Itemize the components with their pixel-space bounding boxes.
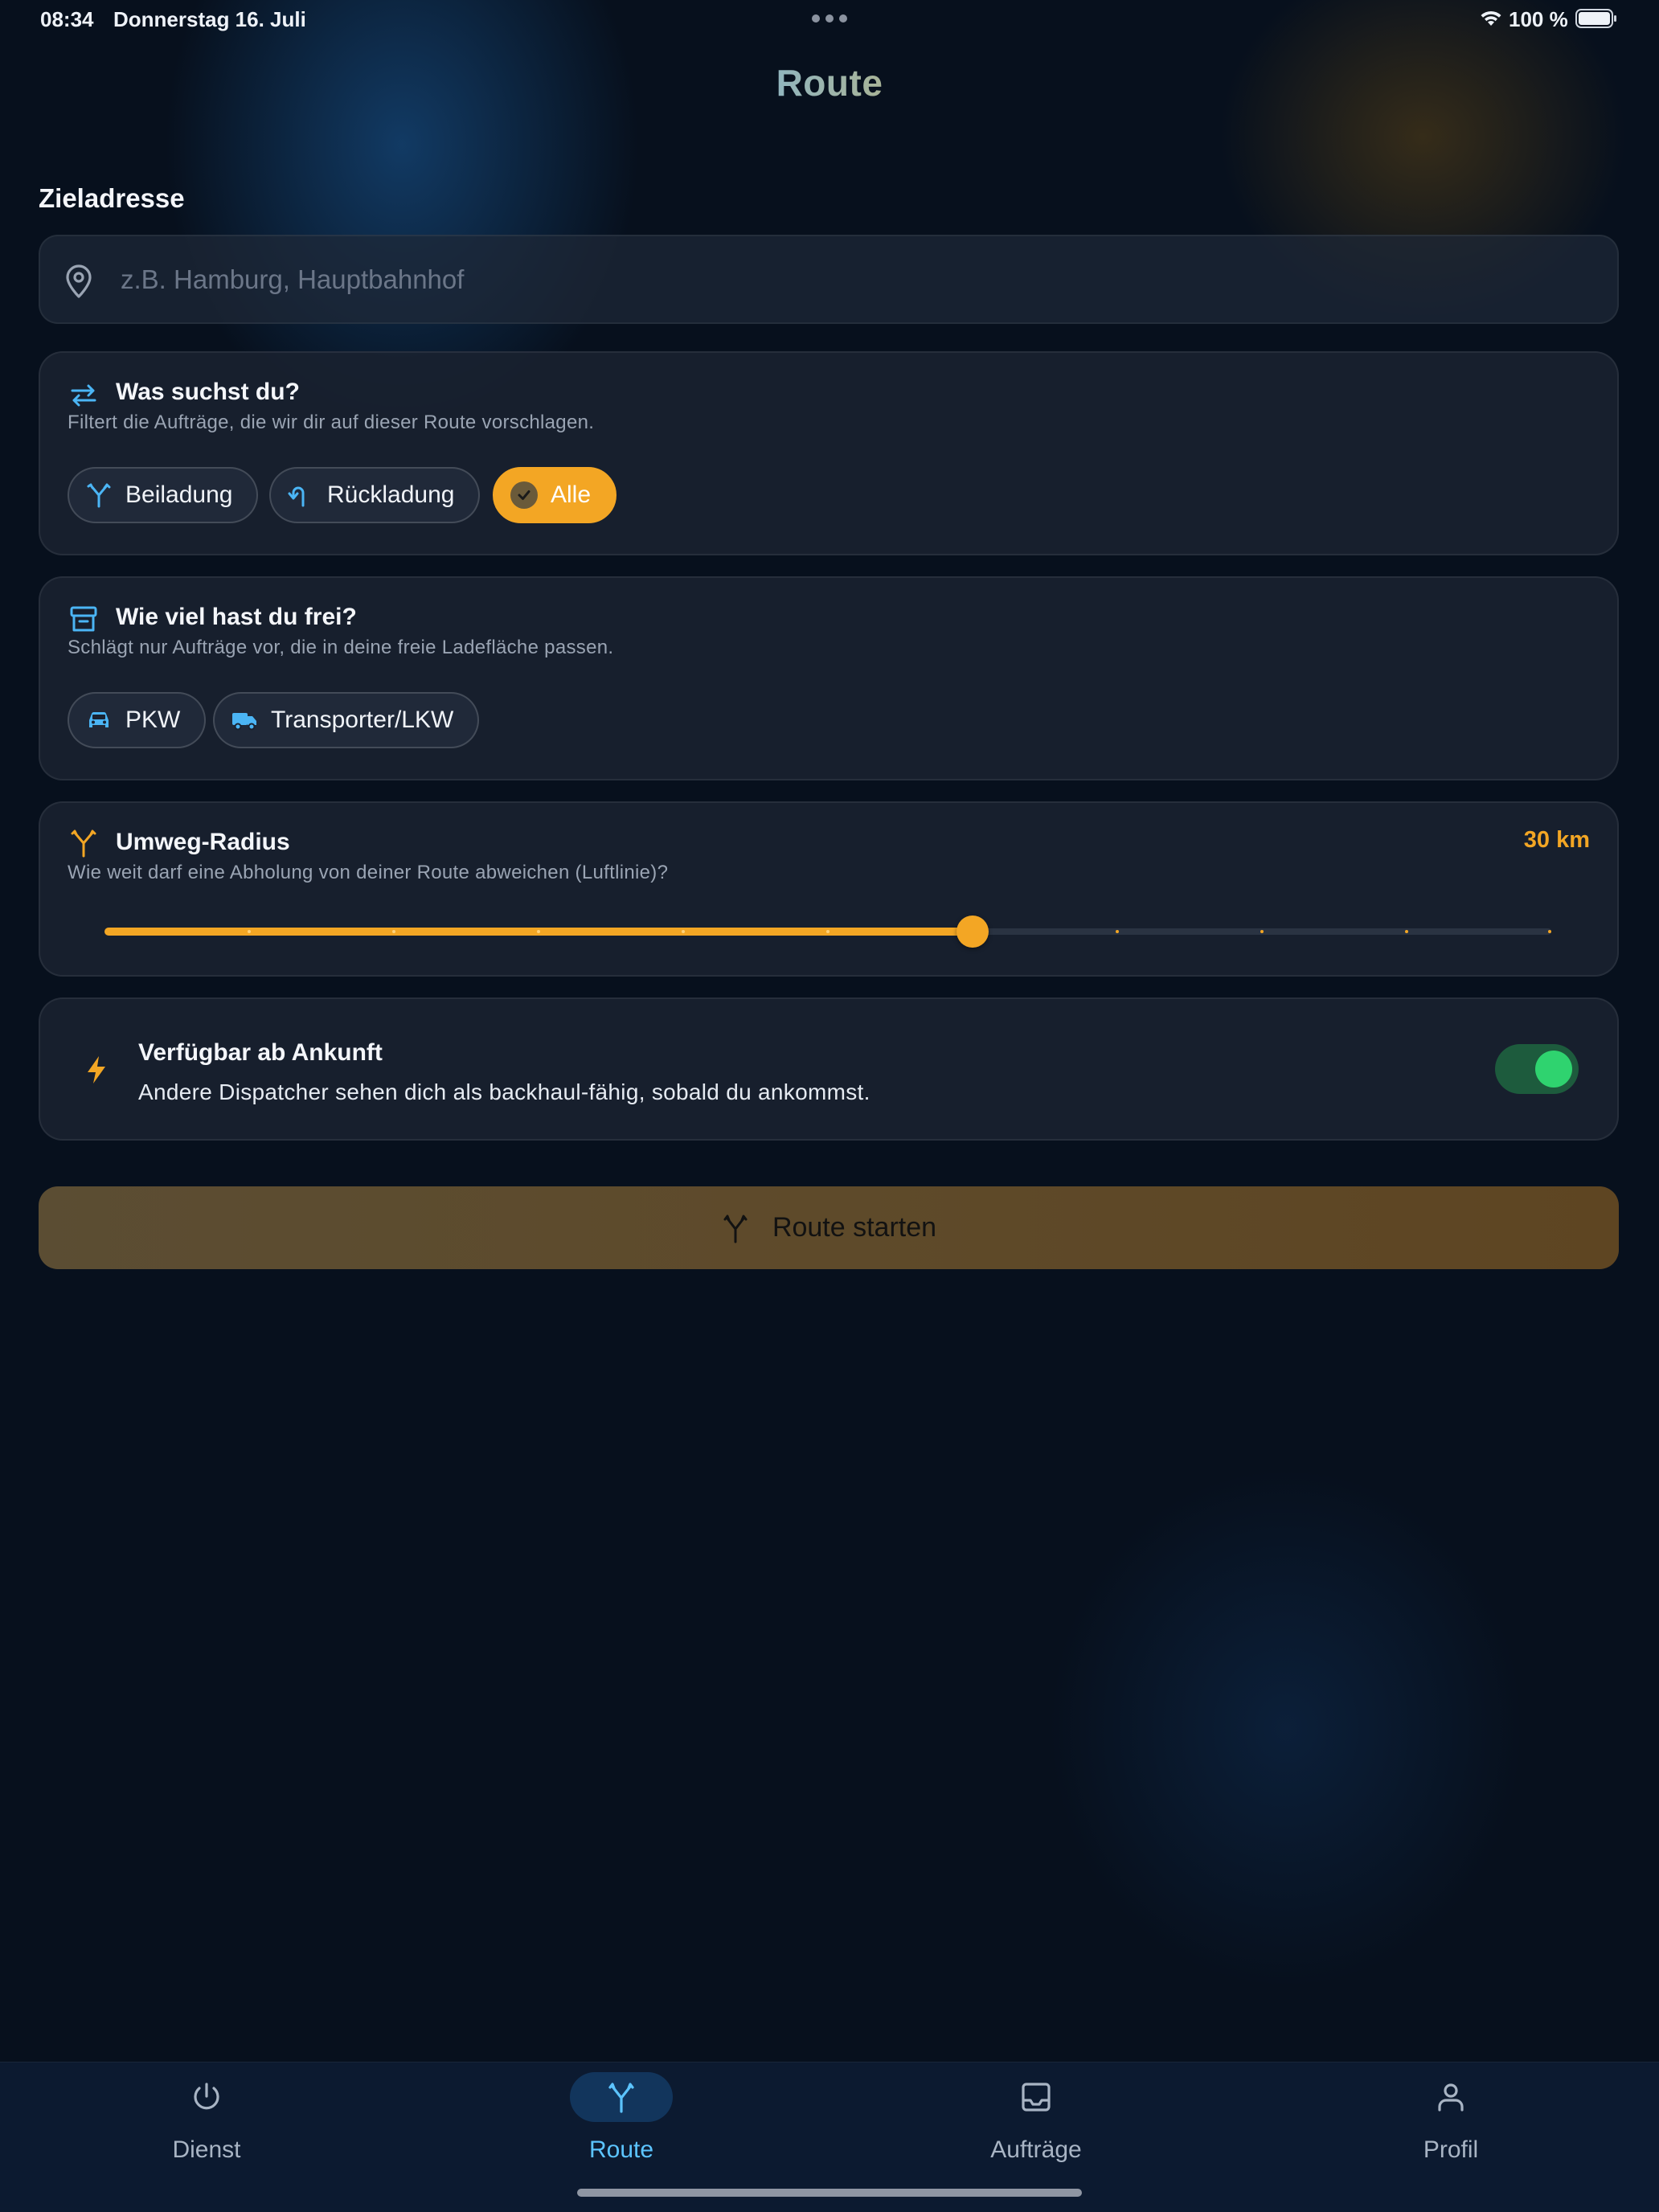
fork-route-icon bbox=[608, 2083, 634, 2113]
search-type-card: Was suchst du? Filtert die Aufträge, die… bbox=[39, 351, 1619, 555]
destination-input[interactable] bbox=[121, 236, 1600, 322]
tab-label: Dienst bbox=[172, 2136, 241, 2163]
swap-arrows-icon bbox=[71, 384, 96, 407]
toggle-knob bbox=[1535, 1051, 1572, 1088]
power-icon bbox=[194, 2083, 219, 2110]
battery-icon bbox=[1575, 9, 1616, 28]
tab-route[interactable]: Route bbox=[501, 2062, 742, 2183]
lightning-icon bbox=[88, 1056, 105, 1083]
tab-auftraege[interactable]: Aufträge bbox=[916, 2062, 1157, 2183]
slider-tick bbox=[248, 930, 251, 933]
tab-label: Aufträge bbox=[990, 2136, 1082, 2163]
return-arrow-icon bbox=[288, 486, 305, 507]
multitasking-dots-icon[interactable] bbox=[812, 14, 847, 23]
user-icon bbox=[1438, 2083, 1464, 2112]
detour-subtitle: Wie weit darf eine Abholung von deiner R… bbox=[68, 862, 669, 883]
start-route-button[interactable]: Route starten bbox=[39, 1186, 1619, 1269]
tab-label: Route bbox=[588, 2136, 654, 2163]
car-icon bbox=[89, 711, 109, 727]
availability-title: Verfügbar ab Ankunft bbox=[138, 1039, 383, 1066]
detour-value: 30 km bbox=[1523, 827, 1590, 853]
truck-icon bbox=[232, 713, 256, 731]
fork-route-icon bbox=[71, 830, 96, 858]
wifi-icon bbox=[1481, 10, 1501, 26]
page-title: Route bbox=[0, 61, 1659, 104]
chip-label: Rückladung bbox=[327, 481, 455, 508]
map-pin-icon bbox=[66, 264, 92, 298]
availability-toggle[interactable] bbox=[1495, 1044, 1579, 1094]
search-type-subtitle: Filtert die Aufträge, die wir dir auf di… bbox=[68, 412, 595, 433]
capacity-card: Wie viel hast du frei? Schlägt nur Auftr… bbox=[39, 576, 1619, 780]
fork-route-icon bbox=[723, 1215, 748, 1243]
chip-label: Transporter/LKW bbox=[271, 707, 454, 733]
archive-box-icon bbox=[70, 606, 97, 632]
availability-card: Verfügbar ab Ankunft Andere Dispatcher s… bbox=[39, 997, 1619, 1141]
status-date: Donnerstag 16. Juli bbox=[113, 7, 306, 31]
destination-label: Zieladresse bbox=[39, 183, 185, 213]
slider-thumb[interactable] bbox=[956, 916, 989, 948]
merge-icon bbox=[87, 483, 111, 508]
search-type-title: Was suchst du? bbox=[116, 379, 300, 405]
detour-card: Umweg-Radius 30 km Wie weit darf eine Ab… bbox=[39, 801, 1619, 977]
chip-label: Alle bbox=[551, 481, 592, 508]
tab-profil[interactable]: Profil bbox=[1330, 2062, 1571, 2183]
slider-tick bbox=[1548, 930, 1551, 933]
destination-field[interactable] bbox=[39, 235, 1619, 324]
battery-percent: 100 % bbox=[1509, 7, 1568, 31]
inbox-icon bbox=[1022, 2083, 1051, 2112]
slider-tick bbox=[682, 930, 685, 933]
detour-slider[interactable] bbox=[104, 916, 1551, 948]
chip-rueckladung[interactable]: Rückladung bbox=[269, 467, 481, 523]
tab-label: Profil bbox=[1423, 2136, 1479, 2163]
home-indicator bbox=[577, 2189, 1082, 2197]
chip-pkw[interactable]: PKW bbox=[68, 692, 207, 748]
chip-transporter[interactable]: Transporter/LKW bbox=[213, 692, 480, 748]
tab-dienst[interactable]: Dienst bbox=[86, 2062, 327, 2183]
slider-tick bbox=[537, 930, 540, 933]
slider-tick bbox=[392, 930, 395, 933]
detour-title: Umweg-Radius bbox=[116, 829, 290, 855]
chip-alle[interactable]: Alle bbox=[493, 467, 617, 523]
capacity-subtitle: Schlägt nur Aufträge vor, die in deine f… bbox=[68, 637, 614, 658]
capacity-title: Wie viel hast du frei? bbox=[116, 604, 357, 630]
slider-tick bbox=[826, 930, 830, 933]
chip-label: Beiladung bbox=[125, 481, 233, 508]
slider-tick bbox=[1260, 930, 1264, 933]
chip-beiladung[interactable]: Beiladung bbox=[68, 467, 259, 523]
slider-tick bbox=[1405, 930, 1408, 933]
start-route-label: Route starten bbox=[772, 1212, 937, 1243]
status-time: 08:34 bbox=[40, 7, 94, 31]
status-bar: 08:34 Donnerstag 16. Juli 100 % bbox=[0, 0, 1659, 37]
availability-subtitle: Andere Dispatcher sehen dich als backhau… bbox=[138, 1079, 870, 1104]
chip-label: PKW bbox=[125, 707, 181, 733]
slider-tick bbox=[1116, 930, 1119, 933]
check-icon bbox=[510, 481, 538, 509]
